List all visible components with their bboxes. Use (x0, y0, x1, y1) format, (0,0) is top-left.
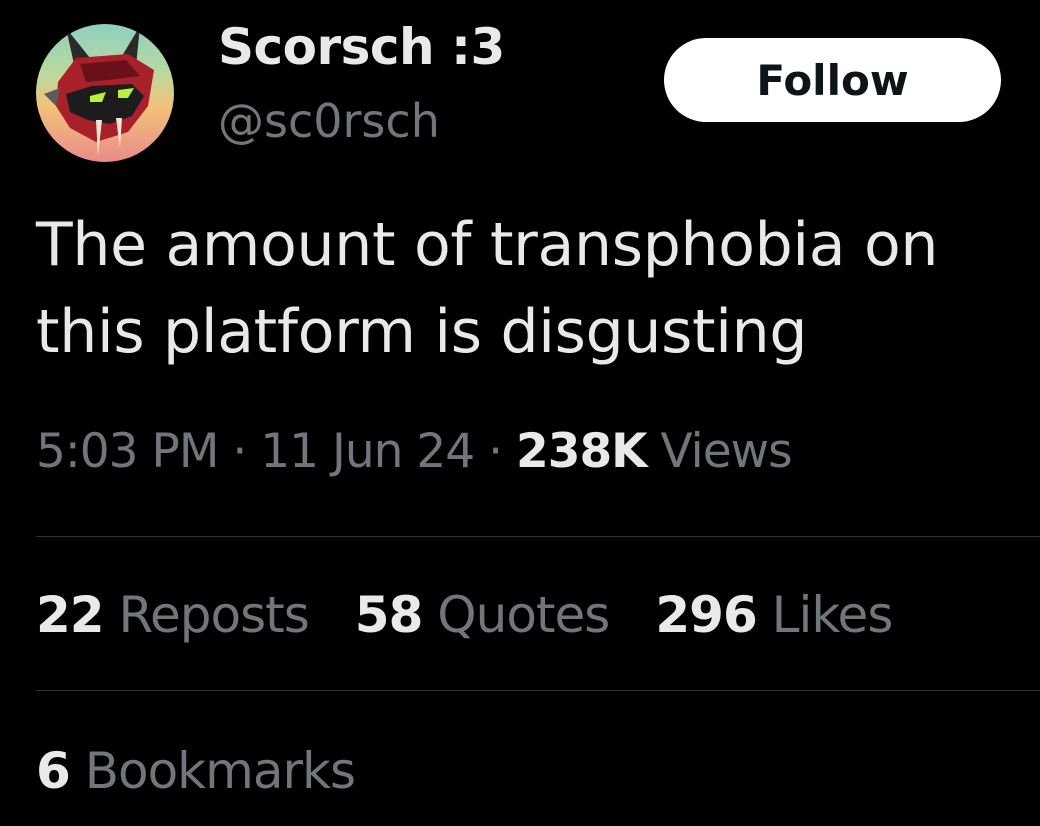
tweet-time[interactable]: 5:03 PM (36, 424, 219, 479)
bookmarks-label: Bookmarks (84, 742, 356, 800)
reposts-count: 22 (36, 586, 105, 644)
divider (36, 690, 1040, 691)
likes-count: 296 (655, 586, 757, 644)
tweet-text: The amount of transphobia on this platfo… (36, 210, 939, 367)
likes-stat[interactable]: 296 Likes (655, 586, 894, 644)
bookmarks-count: 6 (36, 742, 71, 800)
likes-label: Likes (771, 586, 894, 644)
divider (36, 536, 1040, 537)
author-handle[interactable]: @sc0rsch (218, 94, 440, 148)
meta-separator: · (232, 424, 247, 479)
meta-separator: · (488, 424, 503, 479)
follow-button[interactable]: Follow (664, 38, 1001, 122)
views-label: Views (660, 424, 793, 479)
reposts-label: Reposts (118, 586, 310, 644)
avatar[interactable] (36, 24, 174, 162)
bookmarks-stat[interactable]: 6 Bookmarks (36, 742, 356, 800)
quotes-count: 58 (354, 586, 424, 644)
views-count: 238K (516, 424, 648, 479)
demon-mask-avatar-icon (36, 24, 174, 162)
author-display-name[interactable]: Scorsch :3 (218, 18, 505, 76)
quotes-stat[interactable]: 58 Quotes (354, 586, 611, 644)
reposts-stat[interactable]: 22 Reposts (36, 586, 310, 644)
quotes-label: Quotes (437, 586, 610, 644)
engagement-stats: 22 Reposts 58 Quotes 296 Likes (36, 586, 938, 644)
tweet-meta: 5:03 PM · 11 Jun 24 · 238K Views (36, 424, 793, 479)
tweet-date[interactable]: 11 Jun 24 (260, 424, 475, 479)
